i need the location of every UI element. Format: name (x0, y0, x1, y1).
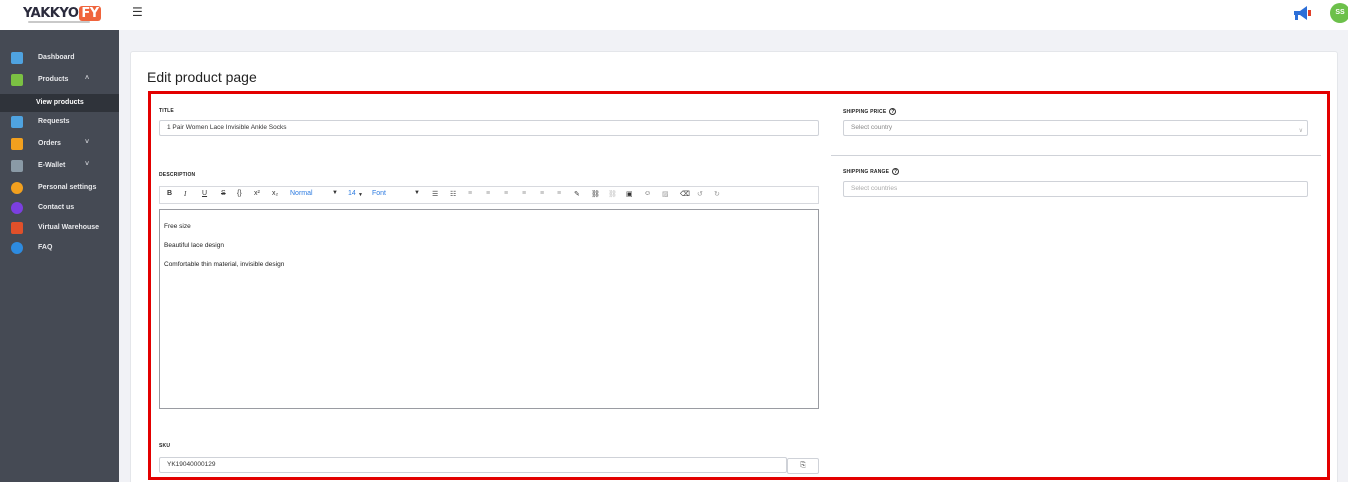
sidebar-item-label: Virtual Warehouse (38, 224, 100, 231)
avatar[interactable]: SS (1330, 3, 1348, 23)
warehouse-icon (11, 222, 23, 234)
sidebar-item-contact-us[interactable]: Contact us (0, 198, 119, 218)
description-line: Free size (164, 223, 191, 230)
sidebar-item-label: E-Wallet (38, 162, 66, 169)
page-title: Edit product page (147, 69, 257, 85)
chevron-down-icon: ˅ (85, 139, 90, 146)
contact-icon (11, 202, 23, 214)
sidebar-item-label: Personal settings (38, 184, 97, 191)
shipping-price-label: SHIPPING PRICE? (843, 108, 897, 115)
sidebar-item-label: Dashboard (38, 54, 75, 61)
chevron-down-icon: ▼ (332, 190, 338, 196)
font-size-dropdown[interactable]: 14 (348, 190, 356, 197)
sidebar-item-products[interactable]: Products ˄ (0, 70, 119, 90)
image-icon[interactable]: ▨ (662, 190, 669, 198)
description-label: DESCRIPTION (159, 172, 196, 178)
chevron-down-icon: ▼ (414, 190, 420, 196)
logo-tagline (28, 21, 90, 23)
requests-icon (11, 116, 23, 128)
sidebar-subitem-view-products[interactable]: View products (0, 94, 119, 112)
block-type-dropdown[interactable]: Normal (290, 190, 313, 197)
sidebar-item-orders[interactable]: Orders ˅ (0, 134, 119, 154)
title-input[interactable]: 1 Pair Women Lace Invisible Ankle Socks (159, 120, 819, 136)
bold-button[interactable]: B (167, 190, 172, 197)
align-center-icon[interactable]: ≡ (522, 190, 526, 197)
help-icon[interactable]: ? (892, 168, 900, 175)
align-left-icon[interactable]: ≡ (504, 190, 508, 197)
top-bar: YAKKYO FY ☰ SS (0, 0, 1348, 30)
description-line: Comfortable thin material, invisible des… (164, 261, 285, 268)
shipping-range-select[interactable]: Select countries (843, 181, 1308, 197)
orders-icon (11, 138, 23, 150)
sidebar-item-faq[interactable]: FAQ (0, 238, 119, 258)
outdent-icon[interactable]: ≡ (468, 190, 472, 197)
italic-button[interactable]: I (184, 190, 186, 198)
sidebar-item-dashboard[interactable]: Dashboard (0, 48, 119, 68)
sku-label: SKU (159, 443, 171, 449)
sidebar-item-label: Products (38, 76, 69, 83)
color-picker-icon[interactable]: ✎ (574, 190, 580, 198)
chevron-up-icon: ˄ (85, 75, 90, 82)
subscript-button[interactable]: x₂ (272, 190, 278, 197)
dashboard-icon (11, 52, 23, 64)
bullet-list-icon[interactable]: ☰ (432, 190, 438, 198)
sidebar-item-personal-settings[interactable]: Personal settings (0, 178, 119, 198)
align-right-icon[interactable]: ≡ (540, 190, 544, 197)
help-icon[interactable]: ? (889, 108, 897, 115)
products-icon (11, 74, 23, 86)
sidebar-item-label: Orders (38, 140, 61, 147)
sidebar-item-label: FAQ (38, 244, 53, 251)
undo-icon[interactable]: ↺ (697, 190, 703, 198)
shipping-range-label: SHIPPING RANGE? (843, 168, 900, 175)
divider (831, 155, 1321, 156)
hamburger-icon[interactable]: ☰ (132, 5, 143, 19)
redo-icon[interactable]: ↻ (714, 190, 720, 198)
title-label: TITLE (159, 108, 174, 114)
superscript-button[interactable]: x² (254, 190, 260, 197)
wallet-icon (11, 160, 23, 172)
copy-sku-button[interactable]: ⎘ (787, 458, 819, 474)
code-button[interactable]: {} (237, 190, 242, 197)
app-logo[interactable]: YAKKYO FY (23, 6, 101, 21)
sidebar-item-requests[interactable]: Requests (0, 112, 119, 132)
chevron-down-icon: ▼ (358, 192, 363, 198)
description-editor[interactable]: Free size Beautiful lace design Comforta… (159, 209, 819, 409)
eraser-icon[interactable]: ⌫ (680, 190, 690, 198)
numbered-list-icon[interactable]: ☷ (450, 190, 456, 198)
sidebar-item-ewallet[interactable]: E-Wallet ˅ (0, 156, 119, 176)
sidebar-item-label: Requests (38, 118, 70, 125)
strikethrough-button[interactable]: S (221, 190, 226, 197)
sku-input[interactable]: YK19040000129 (159, 457, 787, 473)
shipping-price-select[interactable]: Select country ∨ (843, 120, 1308, 136)
description-line: Beautiful lace design (164, 242, 224, 249)
align-justify-icon[interactable]: ≡ (557, 190, 561, 197)
embed-icon[interactable]: ▣ (626, 190, 633, 198)
indent-icon[interactable]: ≡ (486, 190, 490, 197)
chevron-down-icon: ˅ (85, 161, 90, 168)
emoji-icon[interactable]: ☺ (644, 190, 651, 197)
sidebar-item-virtual-warehouse[interactable]: Virtual Warehouse (0, 218, 119, 238)
unlink-icon[interactable]: ⛓ (608, 190, 617, 198)
sidebar-item-label: Contact us (38, 204, 75, 211)
gears-icon (11, 182, 23, 194)
editor-toolbar: B I U S {} x² x₂ Normal ▼ 14 ▼ Font ▼ ☰ … (159, 186, 819, 204)
link-icon[interactable]: ⛓ (591, 190, 600, 198)
underline-button[interactable]: U (202, 190, 207, 197)
sidebar: Dashboard Products ˄ View products Reque… (0, 30, 119, 482)
chevron-down-icon: ∨ (1298, 128, 1303, 134)
megaphone-icon[interactable] (1291, 4, 1313, 22)
font-family-dropdown[interactable]: Font (372, 190, 386, 197)
info-icon (11, 242, 23, 254)
